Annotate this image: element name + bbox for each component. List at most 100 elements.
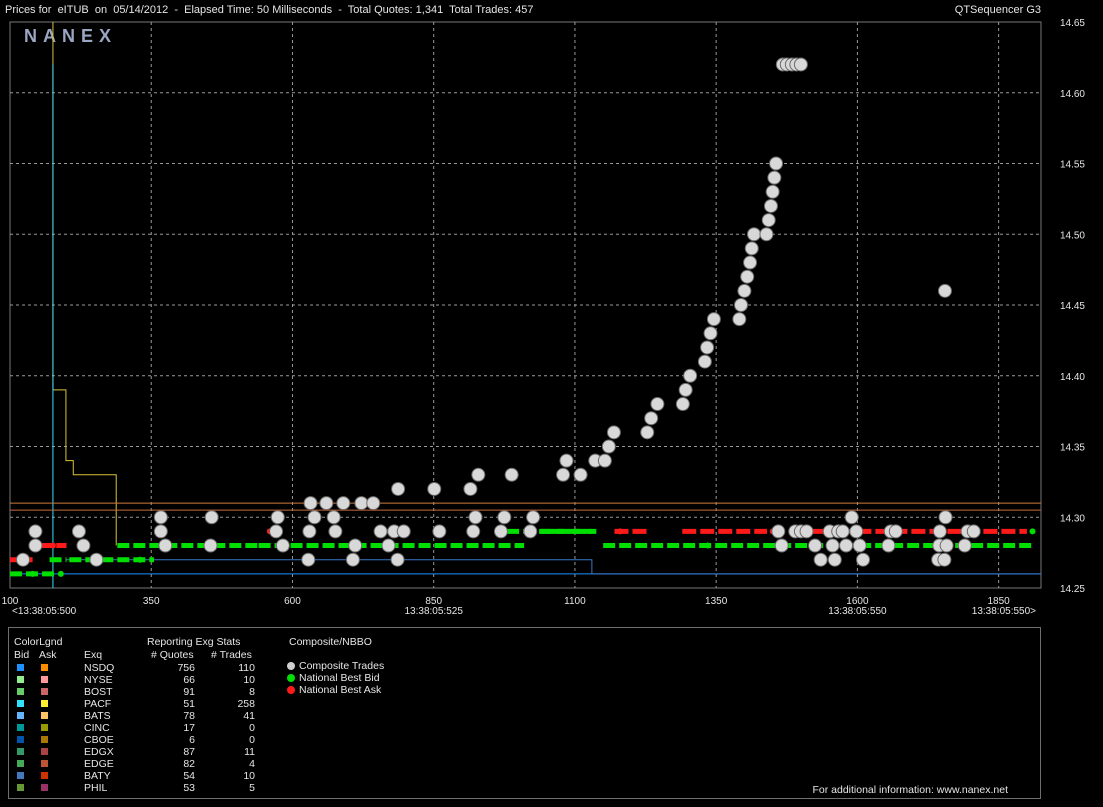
composite-trade-point xyxy=(827,552,842,567)
bid-color-swatch xyxy=(17,688,24,695)
bid-color-swatch xyxy=(17,772,24,779)
composite-legend-label: Composite Trades xyxy=(299,660,385,672)
composite-trade-point xyxy=(769,156,784,171)
best-bid-point xyxy=(136,556,143,563)
exchange-trades: 8 xyxy=(249,686,255,698)
composite-trade-point xyxy=(640,425,655,440)
exchange-quotes: 51 xyxy=(183,698,195,710)
composite-trade-point xyxy=(835,524,850,539)
composite-trade-point xyxy=(675,397,690,412)
bid-color-swatch xyxy=(17,724,24,731)
exchange-name: BATS xyxy=(84,710,111,722)
exchange-quotes: 17 xyxy=(183,722,195,734)
legend-dot-icon xyxy=(287,686,295,694)
trades-column-header: # Trades xyxy=(211,649,252,661)
composite-trade-point xyxy=(747,227,762,242)
bid-color-swatch xyxy=(17,700,24,707)
exchange-name: EDGE xyxy=(84,758,114,770)
bid-color-swatch xyxy=(17,784,24,791)
exchange-row: BOST 91 8 xyxy=(9,686,269,698)
ask-color-swatch xyxy=(41,712,48,719)
composite-trade-point xyxy=(345,552,360,567)
best-bid-point xyxy=(1029,528,1036,535)
exchange-row: NYSE 66 10 xyxy=(9,674,269,686)
composite-trade-point xyxy=(493,524,508,539)
composite-trade-point xyxy=(523,524,538,539)
composite-trade-point xyxy=(888,524,903,539)
composite-trade-point xyxy=(966,524,981,539)
exchange-trades: 0 xyxy=(249,722,255,734)
composite-trade-point xyxy=(744,241,759,256)
composite-trade-point xyxy=(799,524,814,539)
composite-trade-point xyxy=(606,425,621,440)
composite-trade-point xyxy=(432,524,447,539)
footer-info: For additional information: www.nanex.ne… xyxy=(812,784,1008,796)
legend-dot-icon xyxy=(287,674,295,682)
y-tick-label: 14.60 xyxy=(1060,89,1085,100)
composite-trade-point xyxy=(852,538,867,553)
bid-color-swatch xyxy=(17,760,24,767)
time-label: 13:38:05:550 xyxy=(828,606,887,617)
composite-trade-point xyxy=(28,538,43,553)
exchange-quotes: 91 xyxy=(183,686,195,698)
composite-trade-point xyxy=(743,255,758,270)
composite-trade-point xyxy=(601,439,616,454)
composite-trade-point xyxy=(813,552,828,567)
exchange-quotes: 78 xyxy=(183,710,195,722)
ask-color-swatch xyxy=(41,784,48,791)
exchange-row: BATY 54 10 xyxy=(9,770,269,782)
exchange-quotes: 87 xyxy=(183,746,195,758)
y-tick-label: 14.50 xyxy=(1060,230,1085,241)
composite-trade-point xyxy=(303,496,318,511)
composite-trade-point xyxy=(348,538,363,553)
composite-trade-point xyxy=(559,453,574,468)
composite-legend-label: National Best Bid xyxy=(299,672,380,684)
exchange-name: BOST xyxy=(84,686,113,698)
composite-trade-point xyxy=(932,524,947,539)
composite-trade-point xyxy=(839,538,854,553)
composite-trade-point xyxy=(774,538,789,553)
ask-color-swatch xyxy=(41,724,48,731)
exchange-row: BATS 78 41 xyxy=(9,710,269,722)
composite-trade-point xyxy=(326,510,341,525)
composite-trade-point xyxy=(740,269,755,284)
ask-color-swatch xyxy=(41,760,48,767)
composite-trade-point xyxy=(957,538,972,553)
exchange-name: NSDQ xyxy=(84,662,115,674)
composite-trade-point xyxy=(650,397,665,412)
y-tick-label: 14.40 xyxy=(1060,372,1085,383)
exchange-row: EDGX 87 11 xyxy=(9,746,269,758)
composite-trade-point xyxy=(396,524,411,539)
quotes-column-header: # Quotes xyxy=(151,649,194,661)
composite-trade-point xyxy=(644,411,659,426)
composite-trade-point xyxy=(466,524,481,539)
composite-trade-point xyxy=(771,524,786,539)
time-label: 13:38:05:550> xyxy=(972,606,1036,617)
composite-trade-point xyxy=(573,467,588,482)
bid-color-swatch xyxy=(17,748,24,755)
composite-trade-point xyxy=(390,552,405,567)
composite-trade-point xyxy=(856,552,871,567)
composite-legend-item: National Best Ask xyxy=(285,684,425,696)
composite-trade-point xyxy=(881,538,896,553)
ask-color-swatch xyxy=(41,688,48,695)
composite-trade-point xyxy=(763,198,778,213)
ask-color-swatch xyxy=(41,736,48,743)
composite-trade-point xyxy=(76,538,91,553)
exchange-row: CBOE 6 0 xyxy=(9,734,269,746)
composite-trade-point xyxy=(153,510,168,525)
composite-trade-point xyxy=(158,538,173,553)
composite-trade-point xyxy=(504,467,519,482)
best-bid-point xyxy=(29,570,36,577)
composite-trade-point xyxy=(556,467,571,482)
composite-trade-point xyxy=(269,524,284,539)
composite-trade-point xyxy=(849,524,864,539)
price-chart: NANEX 14.25 14.30 14.35 14.40 14.45 14.50 14.5… xyxy=(2,18,1086,617)
time-label: <13:38:05:500 xyxy=(12,606,77,617)
composite-trade-point xyxy=(767,170,782,185)
composite-legend-label: National Best Ask xyxy=(299,684,382,696)
ask-color-swatch xyxy=(41,664,48,671)
exchange-trades: 41 xyxy=(243,710,255,722)
y-tick-label: 14.35 xyxy=(1060,443,1085,454)
composite-trade-point xyxy=(683,368,698,383)
